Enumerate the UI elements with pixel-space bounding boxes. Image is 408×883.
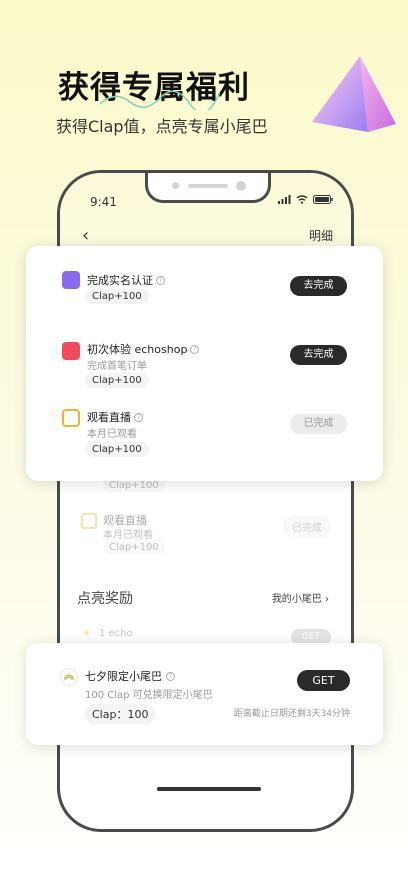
wifi-icon <box>296 195 308 204</box>
back-chevron-icon[interactable]: ‹ <box>82 225 89 246</box>
task-desc: 本月已观看 <box>87 429 137 440</box>
reward-card: 七夕限定小尾巴? 100 Clap 可兑换限定小尾巴 Clap：100 GET … <box>26 643 383 745</box>
help-icon[interactable]: ? <box>156 275 165 285</box>
my-tails-label: 我的小尾巴 <box>271 594 322 605</box>
reward-cost-tag: Clap：100 <box>85 704 156 724</box>
echo-row: ★ 1 echo <box>82 628 133 639</box>
task-card: 完成实名认证? Clap+100 去完成 初次体验 echoshop? 完成首笔… <box>26 246 383 481</box>
signal-icon <box>278 195 291 204</box>
task-reward-tag: Clap+100 <box>85 373 149 388</box>
ghost-done-button: 已完成 <box>283 516 331 537</box>
ghost-task-desc: 本月已观看 <box>103 530 153 541</box>
my-tails-link[interactable]: 我的小尾巴 › <box>272 590 329 605</box>
detail-link[interactable]: 明细 <box>309 227 333 244</box>
help-icon[interactable]: ? <box>134 412 143 422</box>
task-name: 观看直播? <box>87 409 143 425</box>
help-icon[interactable]: ? <box>166 671 175 681</box>
promo-subtitle: 获得Clap值，点亮专属小尾巴 <box>56 117 268 136</box>
tv-icon <box>81 513 97 529</box>
phone-notch <box>145 173 271 203</box>
task-reward-tag: Clap+100 <box>85 289 149 304</box>
decorative-squiggle <box>100 90 220 110</box>
id-card-icon <box>62 271 80 289</box>
battery-icon <box>313 195 333 204</box>
task-go-button[interactable]: 去完成 <box>290 276 347 296</box>
home-indicator <box>157 787 261 791</box>
status-time: 9:41 <box>90 195 117 209</box>
echo-label: 1 echo <box>98 628 133 639</box>
task-name: 完成实名认证? <box>87 272 165 288</box>
star-icon: ★ <box>82 628 91 639</box>
reward-desc: 100 Clap 可兑换限定小尾巴 <box>85 690 213 701</box>
task-go-button[interactable]: 去完成 <box>290 345 347 365</box>
crystal-pyramid-icon <box>312 56 396 132</box>
tv-icon <box>62 409 80 427</box>
status-icons <box>278 195 333 204</box>
reward-title: 七夕限定小尾巴? <box>85 668 175 684</box>
task-desc: 完成首笔订单 <box>87 361 147 372</box>
shopping-bag-icon <box>62 342 80 360</box>
task-reward-tag: Clap+100 <box>85 442 149 457</box>
reward-deadline: 距离截止日期还剩3天34分钟 <box>233 709 350 719</box>
rainbow-icon <box>60 668 78 686</box>
reward-get-button[interactable]: GET <box>297 670 350 691</box>
task-name: 初次体验 echoshop? <box>87 341 200 357</box>
task-done-button: 已完成 <box>290 414 347 434</box>
help-icon[interactable]: ? <box>190 344 200 354</box>
ghost-task-reward: Clap+100 <box>103 541 165 554</box>
rewards-section-title: 点亮奖励 <box>77 591 133 607</box>
chevron-right-icon: › <box>325 594 329 605</box>
